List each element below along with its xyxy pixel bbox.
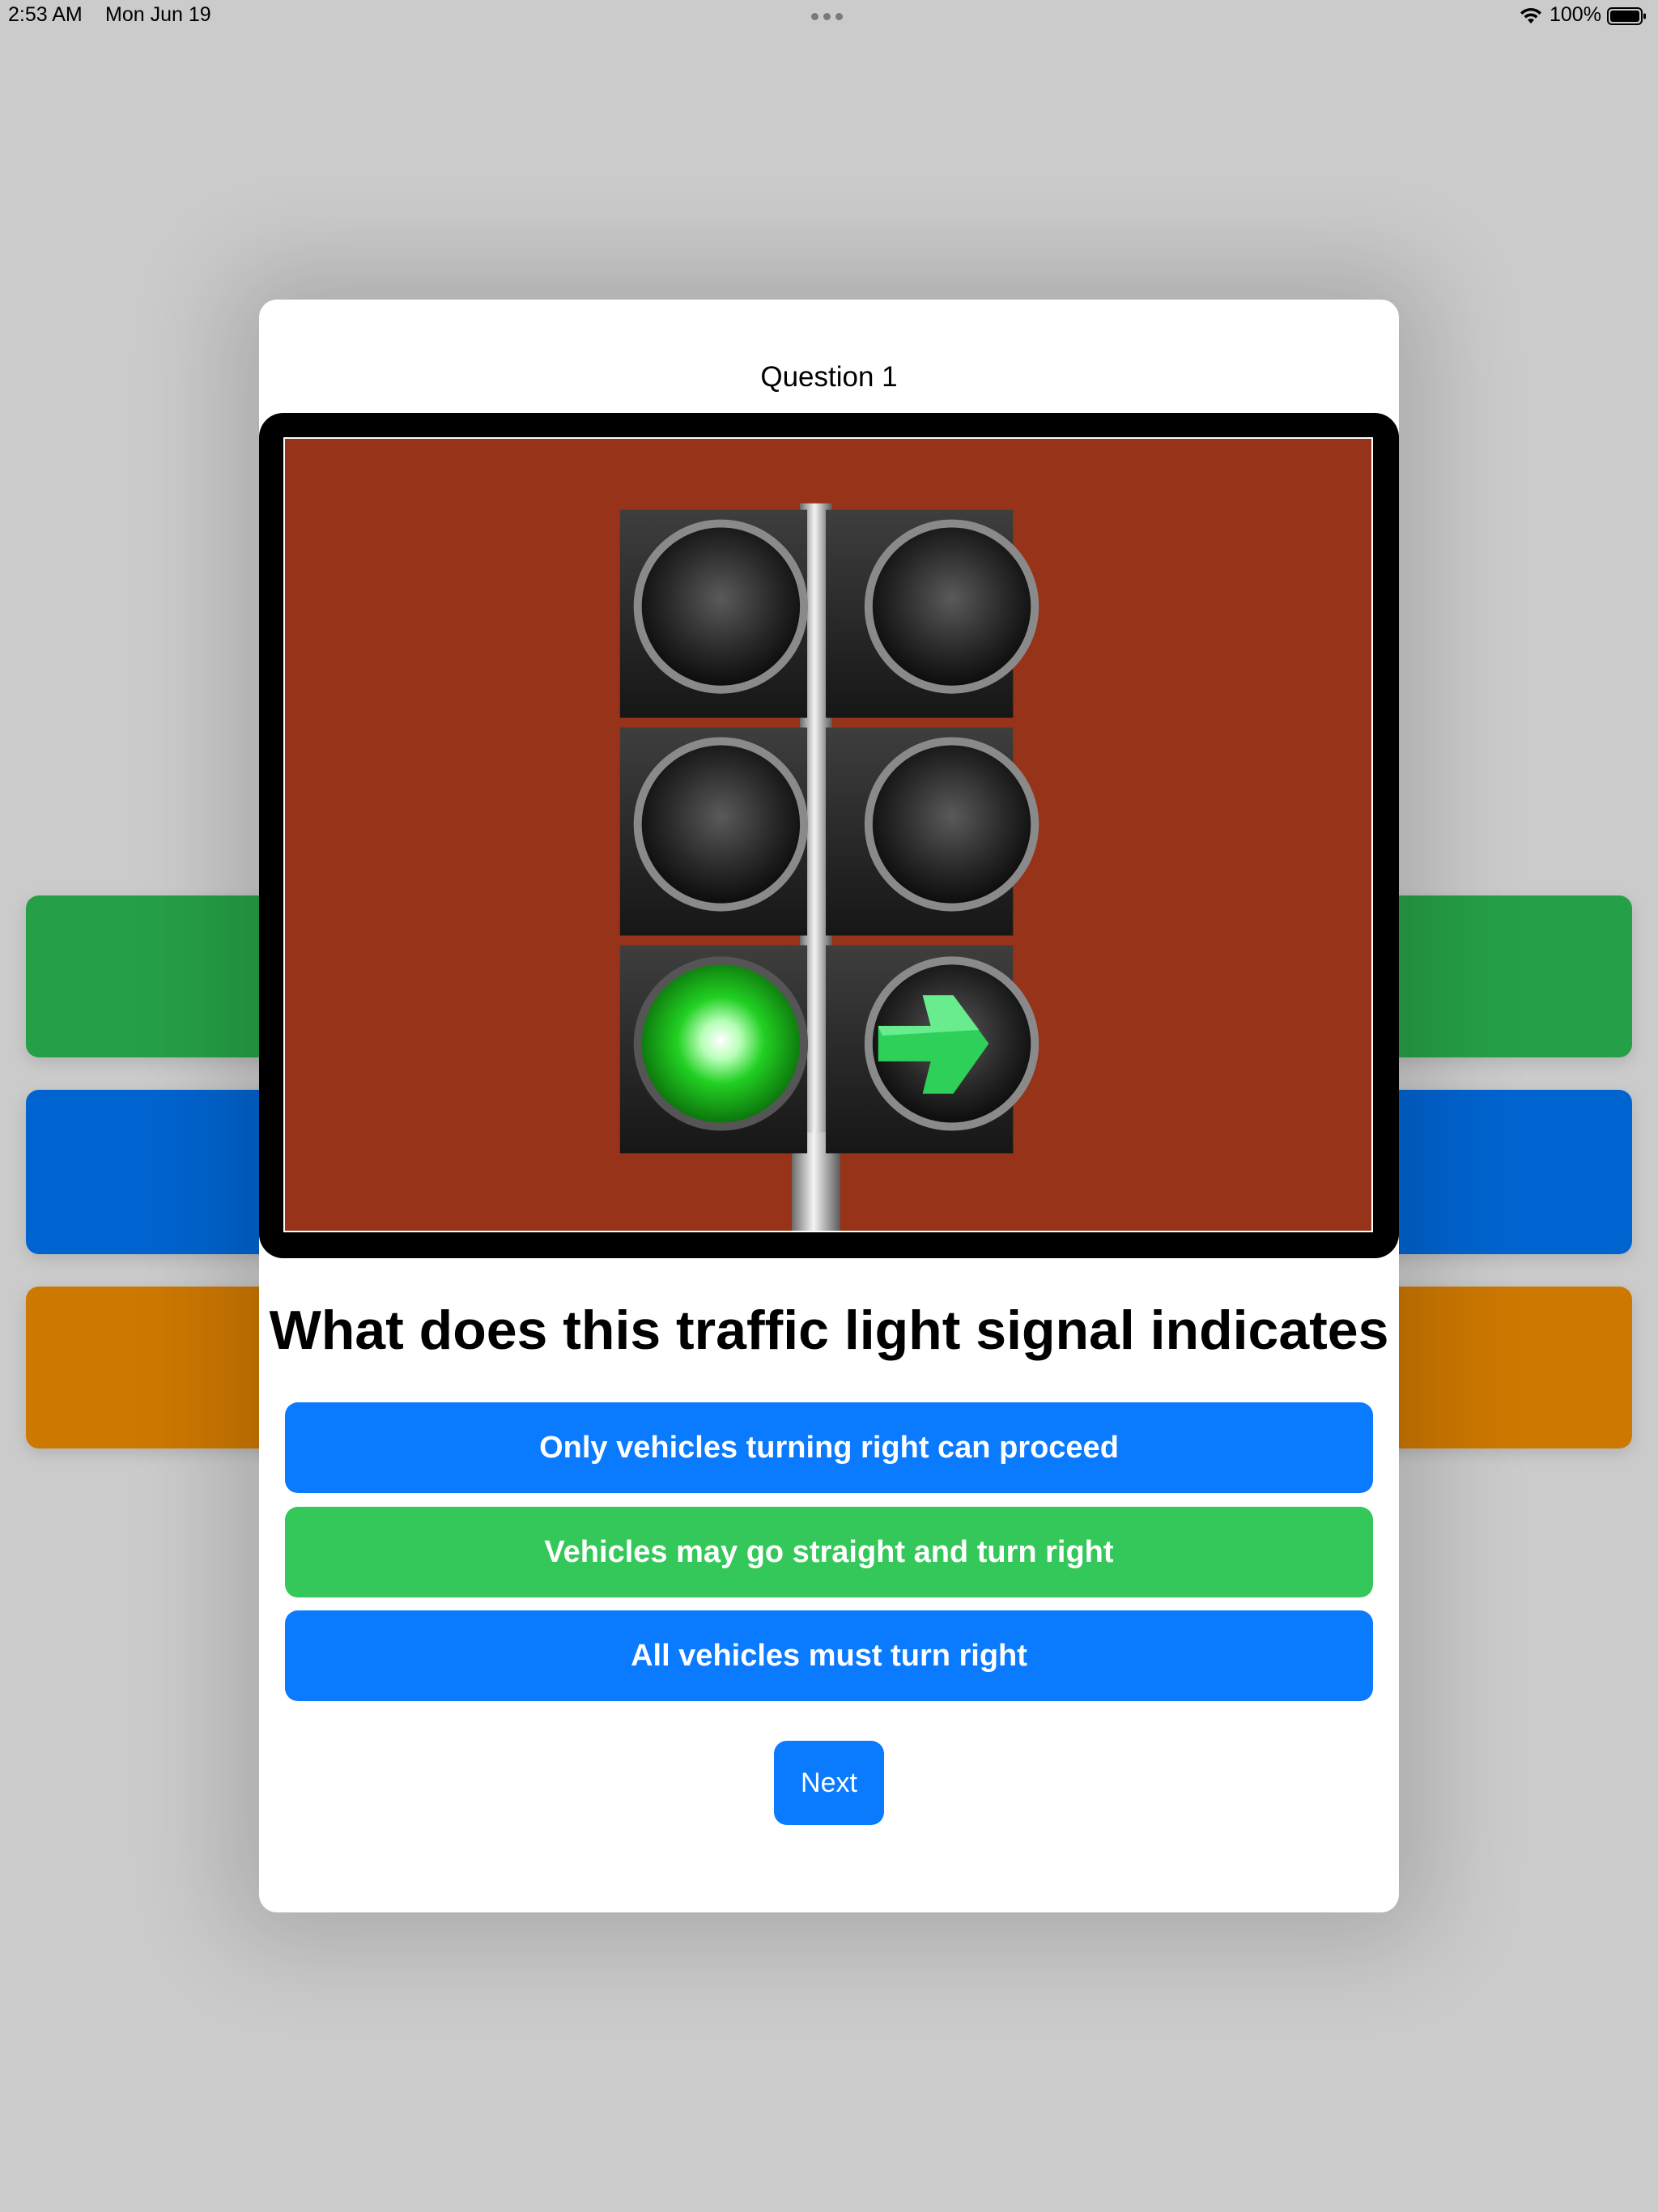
question-text: What does this traffic light signal indi… <box>269 1300 1389 1361</box>
answer-button-2[interactable]: Vehicles may go straight and turn right <box>285 1507 1373 1597</box>
traffic-light-image <box>283 437 1373 1232</box>
status-date: Mon Jun 19 <box>105 3 211 26</box>
question-image-frame <box>259 413 1399 1258</box>
battery-percent: 100% <box>1550 3 1601 26</box>
multitask-dots-icon[interactable] <box>811 13 843 20</box>
answer-button-3[interactable]: All vehicles must turn right <box>285 1610 1373 1701</box>
next-button[interactable]: Next <box>774 1741 884 1825</box>
answer-button-1[interactable]: Only vehicles turning right can proceed <box>285 1402 1373 1493</box>
wifi-icon <box>1520 7 1541 23</box>
status-bar: 2:53 AM Mon Jun 19 100% <box>0 0 1658 34</box>
quiz-modal: Question 1 What does this traffic light … <box>259 300 1399 1912</box>
status-time: 2:53 AM <box>8 3 83 26</box>
question-number: Question 1 <box>760 361 898 393</box>
battery-icon <box>1607 7 1646 25</box>
